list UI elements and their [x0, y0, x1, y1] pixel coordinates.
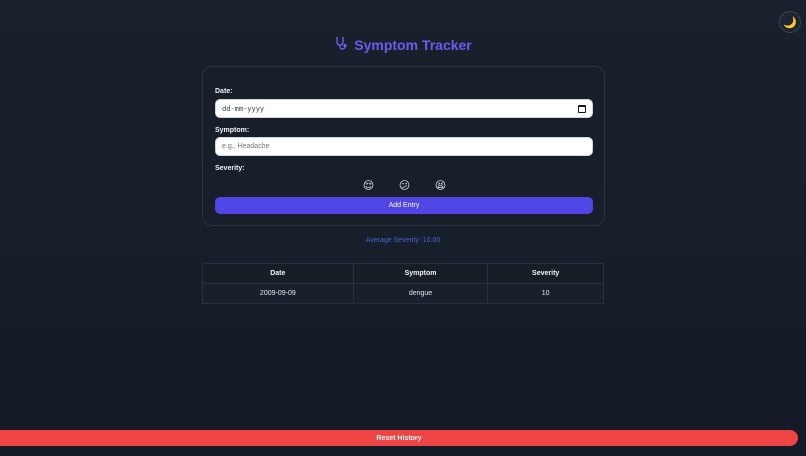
symptom-input[interactable]: e.g., Headache: [215, 137, 593, 156]
calendar-icon[interactable]: [578, 104, 586, 113]
symptom-label: Symptom:: [215, 127, 250, 134]
header-symptom: Symptom: [352, 263, 489, 284]
average-severity: Average Severity: 10.00: [365, 237, 441, 244]
add-entry-button[interactable]: Add Entry: [215, 197, 593, 214]
entry-form: Date: dd-mm-yyyy Symptom: e.g., Headache…: [202, 66, 605, 226]
cell-date: 2009-09-09: [202, 283, 354, 304]
history-table: Date Symptom Severity 2009-09-09 dengue …: [202, 263, 604, 304]
header-date: Date: [202, 263, 354, 284]
header-severity: Severity: [487, 263, 604, 284]
date-placeholder: dd-mm-yyyy: [222, 104, 265, 113]
symptom-placeholder: e.g., Headache: [222, 143, 270, 150]
page-title: Symptom Tracker: [0, 36, 806, 53]
mild-emoji[interactable]: 😌: [363, 180, 375, 192]
table-header-row: Date Symptom Severity: [202, 263, 604, 284]
cell-symptom: dengue: [352, 283, 489, 304]
stethoscope-icon: [334, 36, 348, 53]
severity-label: Severity:: [215, 165, 245, 172]
severe-emoji[interactable]: 😫: [435, 180, 447, 192]
moderate-emoji[interactable]: 😕: [399, 180, 411, 192]
date-input[interactable]: dd-mm-yyyy: [215, 99, 593, 118]
severity-options: 😌 😕 😫: [203, 180, 606, 192]
title-text: Symptom Tracker: [354, 36, 472, 53]
table-row: 2009-09-09 dengue 10: [202, 283, 604, 304]
date-label: Date:: [215, 88, 233, 95]
theme-toggle-button[interactable]: 🌙: [779, 11, 801, 33]
app-page: 🌙 Symptom Tracker Date: dd-mm-yyyy Sympt…: [0, 0, 806, 456]
cell-severity: 10: [487, 283, 604, 304]
moon-icon: 🌙: [783, 16, 797, 29]
reset-history-button[interactable]: Reset History: [0, 430, 798, 446]
